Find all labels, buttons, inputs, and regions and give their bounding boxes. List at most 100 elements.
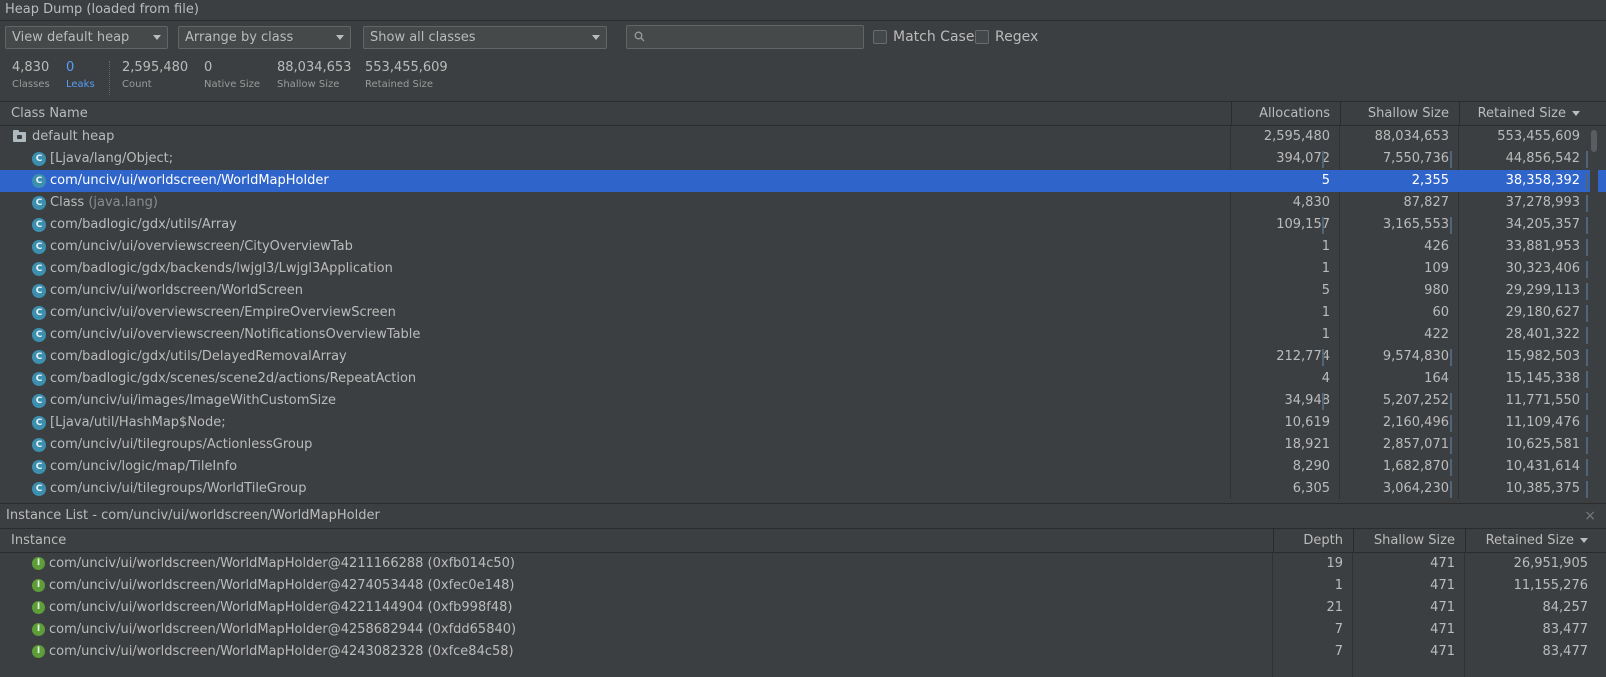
allocations-value: 6,305 bbox=[1292, 481, 1330, 496]
size-bar bbox=[1450, 437, 1452, 454]
size-bar bbox=[1322, 217, 1324, 234]
match-case-checkbox[interactable]: Match Case bbox=[873, 29, 974, 47]
stat-value: 4,830 bbox=[12, 60, 50, 75]
class-name-text: com/unciv/ui/overviewscreen/Notification… bbox=[50, 327, 421, 342]
scroll-thumb[interactable] bbox=[1591, 130, 1597, 152]
size-bar bbox=[1586, 261, 1588, 278]
class-icon: C bbox=[32, 174, 46, 188]
instance-name: com/unciv/ui/worldscreen/WorldMapHolder@… bbox=[49, 556, 515, 571]
class-icon: C bbox=[32, 416, 46, 430]
allocations-value: 8,290 bbox=[1292, 459, 1330, 474]
instance-panel-title: Instance List - com/unciv/ui/worldscreen… bbox=[0, 503, 1606, 528]
folder-icon bbox=[13, 130, 26, 142]
arrange-select[interactable]: Arrange by class bbox=[178, 26, 351, 49]
shallow-size-value: 1,682,870 bbox=[1382, 459, 1449, 474]
class-icon: C bbox=[32, 328, 46, 342]
table-row[interactable]: Ccom/unciv/ui/worldscreen/WorldMapHolder… bbox=[0, 170, 1606, 192]
table-row[interactable]: Ccom/unciv/ui/worldscreen/WorldScreen 5 98… bbox=[0, 280, 1606, 302]
depth-value: 1 bbox=[1334, 578, 1343, 593]
stat-shallow-size: 88,034,653 Shallow Size bbox=[277, 60, 351, 92]
table-row[interactable]: Ccom/unciv/ui/overviewscreen/CityOvervie… bbox=[0, 236, 1606, 258]
table-row[interactable]: C [Ljava/util/HashMap$Node; 10,619 2,160,49… bbox=[0, 412, 1606, 434]
sort-descending-icon bbox=[1580, 538, 1588, 543]
stat-value: 553,455,609 bbox=[365, 60, 448, 75]
class-icon: C bbox=[32, 196, 46, 210]
allocations-value: 2,595,480 bbox=[1263, 129, 1330, 144]
heap-select[interactable]: View default heap bbox=[5, 26, 168, 49]
column-retained-size[interactable]: Retained Size bbox=[1459, 102, 1590, 126]
retained-size-value: 44,856,542 bbox=[1505, 151, 1580, 166]
retained-size-value: 83,477 bbox=[1542, 644, 1589, 659]
table-row[interactable]: Ccom/unciv/logic/map/TileInfo 8,290 1,682,… bbox=[0, 456, 1606, 478]
stat-label: Classes bbox=[12, 79, 50, 90]
column-shallow-size[interactable]: Shallow Size bbox=[1340, 102, 1459, 126]
column-depth[interactable]: Depth bbox=[1273, 529, 1353, 553]
column-shallow-size[interactable]: Shallow Size bbox=[1353, 529, 1465, 553]
size-bar bbox=[1586, 283, 1588, 300]
retained-size-value: 29,180,627 bbox=[1505, 305, 1580, 320]
column-allocations[interactable]: Allocations bbox=[1231, 102, 1340, 126]
retained-size-value: 29,299,113 bbox=[1505, 283, 1580, 298]
table-row[interactable]: Ccom/badlogic/gdx/utils/Array 109,157 3,16… bbox=[0, 214, 1606, 236]
allocations-value: 1 bbox=[1321, 239, 1330, 254]
class-icon: C bbox=[32, 262, 46, 276]
instance-row[interactable]: Icom/unciv/ui/worldscreen/WorldMapHolder… bbox=[0, 641, 1606, 663]
window-title: Heap Dump (loaded from file) bbox=[0, 0, 1606, 21]
column-instance[interactable]: Instance bbox=[0, 529, 1273, 553]
shallow-size-value: 164 bbox=[1424, 371, 1449, 386]
instance-row[interactable]: Icom/unciv/ui/worldscreen/WorldMapHolder… bbox=[0, 575, 1606, 597]
stat-retained-size: 553,455,609 Retained Size bbox=[365, 60, 448, 92]
close-icon[interactable]: × bbox=[1584, 504, 1596, 528]
toolbar: View default heap Arrange by class Show … bbox=[0, 21, 1606, 53]
instance-table-header: Instance Depth Shallow Size Retained Siz… bbox=[0, 528, 1606, 553]
table-row[interactable]: Ccom/unciv/ui/tilegroups/ActionlessGroup… bbox=[0, 434, 1606, 456]
table-row[interactable]: Ccom/unciv/ui/overviewscreen/Notificatio… bbox=[0, 324, 1606, 346]
shallow-size-value: 3,165,553 bbox=[1382, 217, 1449, 232]
class-table-header: Class Name Allocations Shallow Size Reta… bbox=[0, 101, 1606, 126]
table-row[interactable]: Ccom/badlogic/gdx/backends/lwjgl3/Lwjgl3… bbox=[0, 258, 1606, 280]
checkbox-box bbox=[873, 30, 887, 44]
size-bar bbox=[1586, 437, 1588, 454]
table-row[interactable]: Ccom/badlogic/gdx/utils/DelayedRemovalAr… bbox=[0, 346, 1606, 368]
stat-value: 88,034,653 bbox=[277, 60, 352, 75]
table-row[interactable]: Ccom/unciv/ui/overviewscreen/EmpireOverv… bbox=[0, 302, 1606, 324]
stat-label: Count bbox=[122, 79, 152, 90]
instance-row[interactable]: Icom/unciv/ui/worldscreen/WorldMapHolder… bbox=[0, 619, 1606, 641]
shallow-size-value: 3,064,230 bbox=[1382, 481, 1449, 496]
class-name-text: com/unciv/ui/overviewscreen/EmpireOvervi… bbox=[50, 305, 396, 320]
filter-select[interactable]: Show all classes bbox=[363, 26, 607, 49]
retained-size-value: 15,982,503 bbox=[1505, 349, 1580, 364]
search-input[interactable] bbox=[626, 25, 864, 49]
stat-divider bbox=[109, 61, 110, 95]
size-bar bbox=[1450, 151, 1452, 168]
class-table-scrollbar[interactable] bbox=[1590, 126, 1598, 499]
retained-size-value: 10,385,375 bbox=[1505, 481, 1580, 496]
stat-classes: 4,830 Classes bbox=[12, 60, 50, 92]
column-retained-size[interactable]: Retained Size bbox=[1465, 529, 1598, 553]
stat-label: Native Size bbox=[204, 79, 261, 90]
table-row-root[interactable]: default heap 2,595,480 88,034,653 553,45… bbox=[0, 126, 1606, 148]
size-bar bbox=[1586, 305, 1588, 322]
table-row[interactable]: Ccom/badlogic/gdx/scenes/scene2d/actions… bbox=[0, 368, 1606, 390]
class-name: default heap bbox=[32, 129, 115, 144]
instance-row[interactable]: Icom/unciv/ui/worldscreen/WorldMapHolder… bbox=[0, 553, 1606, 575]
column-class-name[interactable]: Class Name bbox=[0, 102, 1231, 126]
instance-table: Instance Depth Shallow Size Retained Siz… bbox=[0, 528, 1606, 677]
class-name: Class (java.lang) bbox=[50, 192, 1222, 214]
shallow-size-value: 9,574,830 bbox=[1382, 349, 1449, 364]
table-row[interactable]: C [Ljava/lang/Object; 394,072 7,550,736 44,8… bbox=[0, 148, 1606, 170]
class-name-text: com/unciv/logic/map/TileInfo bbox=[50, 459, 238, 474]
table-row[interactable]: C Class (java.lang) 4,830 87,827 37,278,993 bbox=[0, 192, 1606, 214]
stat-leaks[interactable]: 0 Leaks bbox=[66, 60, 95, 92]
class-name: com/unciv/ui/tilegroups/ActionlessGroup bbox=[50, 434, 1222, 456]
table-row[interactable]: Ccom/unciv/ui/images/ImageWithCustomSize… bbox=[0, 390, 1606, 412]
class-name-text: com/badlogic/gdx/backends/lwjgl3/Lwjgl3A… bbox=[50, 261, 393, 276]
regex-checkbox[interactable]: Regex bbox=[975, 29, 1045, 47]
allocations-value: 5 bbox=[1321, 173, 1330, 188]
shallow-size-value: 88,034,653 bbox=[1374, 129, 1449, 144]
table-row[interactable]: Ccom/unciv/ui/tilegroups/WorldTileGroup 6… bbox=[0, 478, 1606, 499]
instance-row[interactable]: Icom/unciv/ui/worldscreen/WorldMapHolder… bbox=[0, 597, 1606, 619]
retained-size-value: 30,323,406 bbox=[1505, 261, 1580, 276]
shallow-size-value: 471 bbox=[1430, 578, 1455, 593]
instance-name: com/unciv/ui/worldscreen/WorldMapHolder@… bbox=[49, 644, 514, 659]
